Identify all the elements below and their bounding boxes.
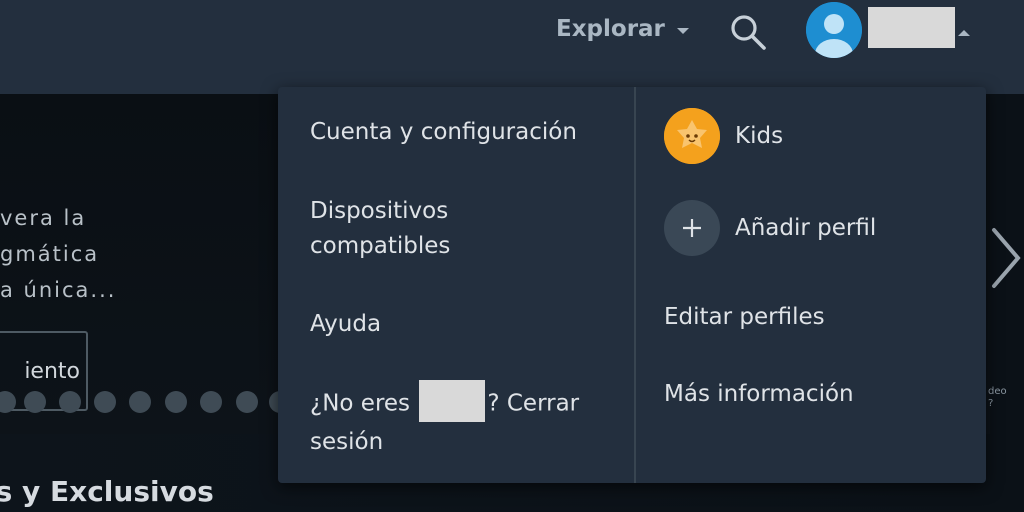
carousel-dot[interactable] bbox=[200, 391, 222, 413]
carousel-dot[interactable] bbox=[94, 391, 116, 413]
help-link[interactable]: Ayuda bbox=[310, 307, 381, 342]
carousel-next-icon[interactable] bbox=[988, 226, 1024, 290]
carousel-dot[interactable] bbox=[129, 391, 151, 413]
carousel-dot[interactable] bbox=[59, 391, 81, 413]
compatible-devices-line1: Dispositivos bbox=[310, 198, 449, 224]
compatible-devices-line2: compatibles bbox=[310, 233, 451, 259]
sign-out-prefix: ¿No eres bbox=[310, 390, 411, 417]
search-icon[interactable] bbox=[728, 12, 768, 52]
kids-profile-label: Kids bbox=[735, 123, 784, 149]
account-settings-link[interactable]: Cuenta y configuración bbox=[310, 115, 577, 150]
hero-description-line: gmática bbox=[0, 242, 100, 266]
add-profile-label: Añadir perfil bbox=[735, 215, 877, 241]
chevron-down-icon bbox=[676, 28, 689, 34]
hero-description-line: a única... bbox=[0, 278, 117, 302]
explore-label: Explorar bbox=[556, 16, 665, 42]
redacted-user-name bbox=[419, 380, 486, 422]
sign-out-suffix: ? Cerrar bbox=[487, 390, 580, 417]
add-profile-button[interactable]: Añadir perfil bbox=[664, 200, 876, 256]
compatible-devices-link[interactable]: Dispositivos compatibles bbox=[310, 194, 450, 264]
top-navigation-bar: Explorar bbox=[0, 0, 1024, 94]
prime-video-page: vera la gmática a única... iento deo ? l… bbox=[0, 0, 1024, 512]
redacted-profile-name bbox=[868, 7, 955, 48]
menu-divider bbox=[634, 87, 636, 483]
hero-description-line: vera la bbox=[0, 206, 87, 230]
carousel-dot[interactable] bbox=[236, 391, 258, 413]
kids-profile[interactable]: Kids bbox=[664, 108, 783, 164]
sign-out-line2: sesión bbox=[310, 429, 384, 455]
sign-out-link[interactable]: ¿No eres ? Cerrar sesión bbox=[310, 380, 580, 460]
explore-menu[interactable]: Explorar bbox=[556, 16, 689, 42]
edit-profiles-link[interactable]: Editar perfiles bbox=[664, 300, 825, 335]
carousel-dot[interactable] bbox=[165, 391, 187, 413]
account-dropdown-menu: Cuenta y configuración Dispositivos comp… bbox=[278, 87, 986, 483]
more-info-link[interactable]: Más información bbox=[664, 377, 854, 412]
plus-icon bbox=[664, 200, 720, 256]
chevron-up-icon[interactable] bbox=[958, 30, 970, 36]
row-title: ls y Exclusivos bbox=[0, 475, 214, 508]
carousel-dot[interactable] bbox=[24, 391, 46, 413]
kids-avatar-icon bbox=[664, 108, 720, 164]
side-caption: deo ? bbox=[988, 386, 1007, 409]
profile-avatar-icon[interactable] bbox=[806, 2, 862, 58]
